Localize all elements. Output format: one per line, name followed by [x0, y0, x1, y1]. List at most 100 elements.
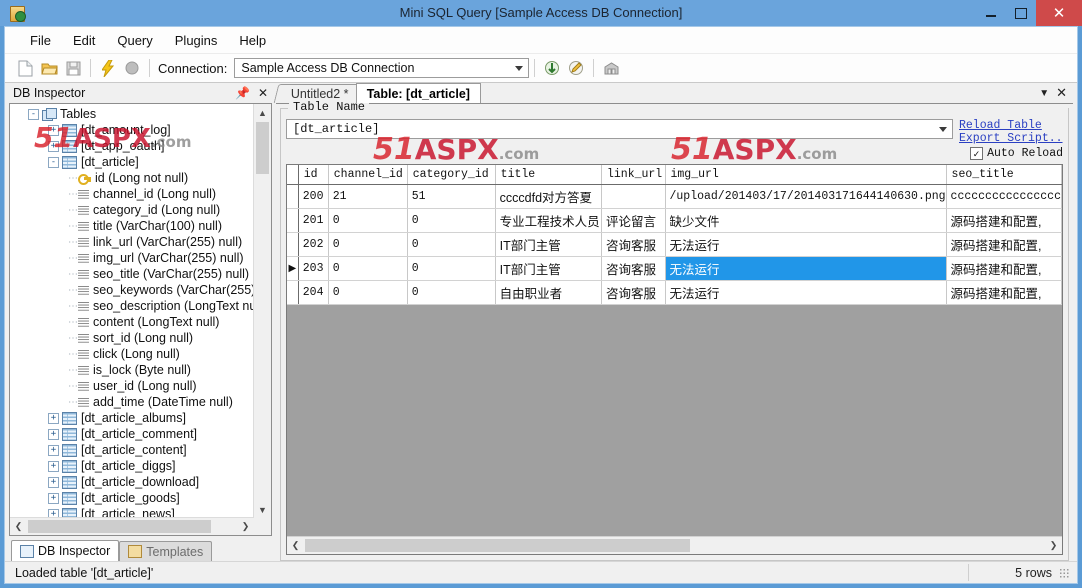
refresh-connection-icon[interactable]	[540, 57, 564, 79]
grid-cell-img_url[interactable]: 无法运行	[665, 232, 947, 257]
tree-vscroll-thumb[interactable]	[256, 122, 269, 174]
tree-node[interactable]: + [dt_app_oauth]	[10, 138, 254, 154]
tree-hscroll-thumb[interactable]	[28, 520, 211, 533]
tree-node[interactable]: ⋯ seo_description (LongText nu	[10, 298, 254, 314]
tree-node[interactable]: + [dt_article_comment]	[10, 426, 254, 442]
stop-circle-icon[interactable]	[120, 57, 144, 79]
grid-row-indicator[interactable]	[287, 280, 299, 305]
tree-scroll-right-button[interactable]: ❯	[237, 518, 254, 535]
grid-cell-img_url[interactable]: 缺少文件	[665, 208, 947, 233]
resize-grip-icon[interactable]	[1059, 567, 1069, 578]
grid-row-indicator[interactable]	[287, 184, 299, 209]
grid-row-indicator[interactable]	[287, 232, 299, 257]
grid-cell-category_id[interactable]: 0	[407, 280, 496, 305]
open-folder-icon[interactable]	[37, 57, 61, 79]
grid-cell-channel_id[interactable]: 0	[328, 256, 408, 281]
reload-table-link[interactable]: Reload Table	[959, 119, 1063, 132]
close-icon[interactable]: ✕	[254, 83, 272, 103]
grid-column-header-id[interactable]: id	[298, 165, 329, 185]
tree-node[interactable]: ⋯ img_url (VarChar(255) null)	[10, 250, 254, 266]
grid-cell-seo_title[interactable]: 源码搭建和配置,	[946, 208, 1062, 233]
grid-cell-id[interactable]: 204	[298, 280, 329, 305]
tree-vertical-scrollbar[interactable]: ▲	[253, 104, 271, 518]
tree-expander[interactable]: +	[48, 124, 59, 136]
grid-row[interactable]: 201 0 0 专业工程技术人员 评论留言 缺少文件 源码搭建和配置,	[287, 208, 1062, 233]
grid-cell-seo_title[interactable]: 源码搭建和配置,	[946, 232, 1062, 257]
execute-lightning-icon[interactable]	[96, 57, 120, 79]
grid-cell-img_url[interactable]: /upload/201403/17/201403171644140630.png	[665, 184, 947, 209]
tree-node[interactable]: ⋯ id (Long not null)	[10, 170, 254, 186]
grid-cell-seo_title[interactable]: 源码搭建和配置,	[946, 280, 1062, 305]
tree-scroll-up-button[interactable]: ▲	[254, 104, 271, 121]
close-icon[interactable]: ✕	[1056, 85, 1067, 101]
tab-table-dt-article[interactable]: Table: [dt_article]	[355, 83, 481, 103]
tree-scroll-left-button[interactable]: ❮	[10, 518, 27, 535]
auto-reload-row[interactable]: ✓ Auto Reload	[959, 147, 1063, 160]
tree-node[interactable]: + [dt_article_content]	[10, 442, 254, 458]
tree-node[interactable]: - [dt_article]	[10, 154, 254, 170]
tree-expander[interactable]: -	[28, 108, 39, 120]
tree-node[interactable]: ⋯ title (VarChar(100) null)	[10, 218, 254, 234]
grid-cell-title[interactable]: IT部门主管	[495, 256, 602, 281]
table-tree-container[interactable]: - Tables + [dt_amount_log] + [dt_app_oauth] -[…	[9, 103, 272, 536]
maximize-button[interactable]	[1006, 0, 1036, 26]
table-name-dropdown[interactable]: [dt_article]	[286, 119, 953, 139]
grid-row-indicator[interactable]	[287, 208, 299, 233]
grid-cell-channel_id[interactable]: 21	[328, 184, 408, 209]
menu-query[interactable]: Query	[106, 30, 163, 51]
tree-node[interactable]: ⋯ seo_keywords (VarChar(255)	[10, 282, 254, 298]
menu-edit[interactable]: Edit	[62, 30, 106, 51]
table-tree[interactable]: - Tables + [dt_amount_log] + [dt_app_oauth] -[…	[10, 104, 254, 518]
grid-cell-category_id[interactable]: 0	[407, 232, 496, 257]
grid-cell-title[interactable]: IT部门主管	[495, 232, 602, 257]
menu-help[interactable]: Help	[228, 30, 277, 51]
save-icon[interactable]	[61, 57, 85, 79]
tree-node[interactable]: ⋯ link_url (VarChar(255) null)	[10, 234, 254, 250]
grid-cell-channel_id[interactable]: 0	[328, 208, 408, 233]
tree-horizontal-scrollbar[interactable]: ❮ ❯	[10, 517, 254, 535]
tree-node[interactable]: + [dt_article_download]	[10, 474, 254, 490]
grid-column-header-channel_id[interactable]: channel_id	[328, 165, 408, 185]
chevron-down-icon[interactable]: ▼	[1039, 88, 1049, 99]
grid-row[interactable]: ▶ 203 0 0 IT部门主管 咨询客服 无法运行 源码搭建和配置,	[287, 256, 1062, 281]
tree-node[interactable]: + [dt_article_albums]	[10, 410, 254, 426]
grid-scroll-left-button[interactable]: ❮	[287, 537, 304, 554]
grid-cell-img_url[interactable]: 无法运行	[665, 280, 947, 305]
grid-cell-title[interactable]: 自由职业者	[495, 280, 602, 305]
tree-node[interactable]: + [dt_article_diggs]	[10, 458, 254, 474]
grid-cell-category_id[interactable]: 51	[407, 184, 496, 209]
grid-cell-channel_id[interactable]: 0	[328, 232, 408, 257]
grid-cell-id[interactable]: 202	[298, 232, 329, 257]
grid-cell-id[interactable]: 201	[298, 208, 329, 233]
grid-column-header-title[interactable]: title	[495, 165, 602, 185]
tree-node[interactable]: ⋯ channel_id (Long null)	[10, 186, 254, 202]
connection-dropdown[interactable]: Sample Access DB Connection	[234, 58, 530, 78]
grid-cell-link_url[interactable]: 评论留言	[601, 208, 666, 233]
grid-cell-category_id[interactable]: 0	[407, 256, 496, 281]
tree-expander[interactable]: +	[48, 460, 59, 472]
tree-node[interactable]: ⋯ click (Long null)	[10, 346, 254, 362]
tree-node[interactable]: - Tables	[10, 106, 254, 122]
edit-connection-icon[interactable]	[564, 57, 588, 79]
tree-expander[interactable]: +	[48, 412, 59, 424]
result-grid-scroll[interactable]: id channel_id category_id title link_url img_…	[287, 165, 1062, 537]
tree-node[interactable]: + [dt_article_goods]	[10, 490, 254, 506]
result-grid-container[interactable]: id channel_id category_id title link_url img_…	[286, 164, 1063, 555]
grid-cell-link_url[interactable]: 咨询客服	[601, 232, 666, 257]
grid-hscroll-thumb[interactable]	[305, 539, 690, 552]
grid-select-all-header[interactable]	[287, 165, 299, 185]
grid-cell-link_url[interactable]: 咨询客服	[601, 256, 666, 281]
tree-expander[interactable]: +	[48, 476, 59, 488]
tree-node[interactable]: + [dt_amount_log]	[10, 122, 254, 138]
grid-column-header-category_id[interactable]: category_id	[407, 165, 496, 185]
close-button[interactable]: ✕	[1036, 0, 1082, 26]
tree-node[interactable]: ⋯ user_id (Long null)	[10, 378, 254, 394]
tree-expander[interactable]: -	[48, 156, 59, 168]
database-browse-icon[interactable]	[599, 57, 623, 79]
grid-column-header-img_url[interactable]: img_url	[665, 165, 947, 185]
tree-node[interactable]: ⋯ is_lock (Byte null)	[10, 362, 254, 378]
tree-node[interactable]: ⋯ category_id (Long null)	[10, 202, 254, 218]
tree-node[interactable]: ⋯ seo_title (VarChar(255) null)	[10, 266, 254, 282]
tab-db-inspector[interactable]: DB Inspector	[11, 540, 120, 561]
grid-cell-id[interactable]: 203	[298, 256, 329, 281]
